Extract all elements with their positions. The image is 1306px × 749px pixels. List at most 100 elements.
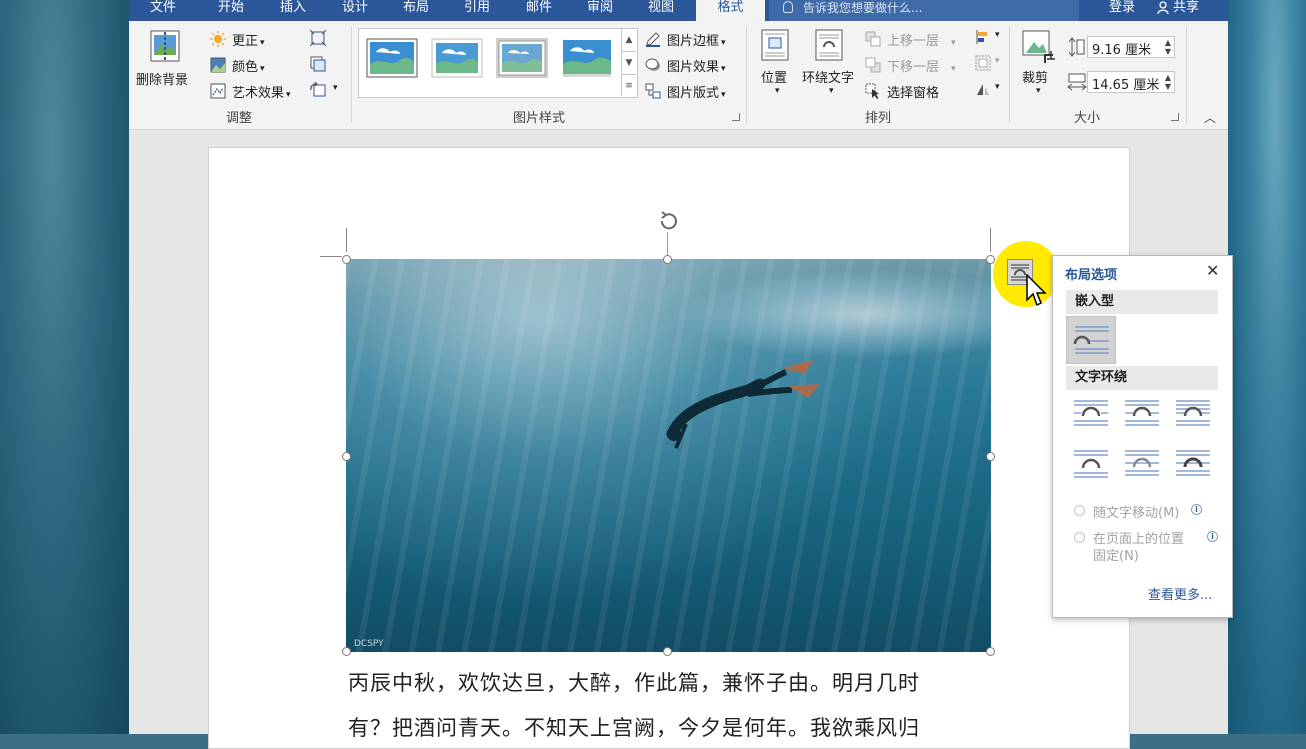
move-with-text-radio[interactable] [1074,505,1085,516]
collapse-ribbon-icon[interactable]: ︿ [1204,109,1216,126]
remove-background-label: 删除背景 [136,73,189,88]
resize-handle-bottom-right[interactable] [986,647,995,656]
resize-handle-top-left[interactable] [342,255,351,264]
remove-background-button[interactable]: 删除背景 [135,29,193,91]
chevron-down-icon: ▾ [1036,86,1041,96]
chevron-down-icon: ▾ [286,90,291,100]
group-label-picture-styles: 图片样式 [512,111,565,126]
picture-style-thumbnail[interactable] [496,38,548,78]
picture-style-thumbnail[interactable] [431,38,483,78]
group-label-arrange: 排列 [864,111,891,126]
gallery-more[interactable]: ≡ [621,74,636,96]
tell-me-placeholder: 告诉我您想要做什么... [803,1,923,15]
width-input[interactable]: 14.65 厘米 ▲ ▼ [1087,71,1175,93]
wrap-text-icon [815,29,843,61]
width-icon [1067,73,1087,91]
chevron-down-icon: ▾ [951,38,956,48]
height-value: 9.16 厘米 [1092,43,1152,58]
picture-watermark: DCSPY [354,639,384,649]
group-objects-button[interactable]: ▾ [975,55,1000,75]
chevron-down-icon: ▾ [995,56,1000,66]
tab-insert[interactable]: 插入 [263,0,323,21]
corrections-label: 更正 [232,34,259,49]
gallery-scroll-down[interactable]: ▼ [621,51,636,73]
mouse-pointer-icon [1026,274,1047,307]
color-picture-icon [210,57,226,73]
tab-home[interactable]: 开始 [201,0,261,21]
dialog-launcher-icon[interactable] [1171,113,1179,121]
wrap-behind-text-icon[interactable] [1124,449,1160,479]
width-spinner[interactable]: ▲ ▼ [1165,73,1171,91]
wrap-top-bottom-icon[interactable] [1073,449,1109,479]
tab-layout[interactable]: 布局 [386,0,446,21]
layout-options-panel: 布局选项 ✕ 嵌入型 文字环绕 随文字移动(M) i 在页面上的位置 固定(N)… [1052,255,1233,618]
chevron-down-icon: ▾ [829,86,834,96]
selection-pane-label: 选择窗格 [887,86,940,101]
see-more-link[interactable]: 查看更多... [1148,584,1212,603]
align-button[interactable]: ▾ [975,29,1000,49]
change-picture-icon[interactable] [309,55,327,73]
resize-handle-top[interactable] [663,255,672,264]
panel-title: 布局选项 [1065,268,1118,283]
chevron-down-icon: ▾ [721,38,726,48]
crop-button[interactable]: 裁剪 ▾ [1019,29,1057,101]
selected-picture[interactable]: DCSPY [346,259,991,652]
tab-format[interactable]: 格式 [696,0,765,21]
ribbon: 删除背景 更正 ▾ 颜色 ▾ 艺术效果 ▾ ▾ 调整 ▲ ▼ ≡ 图片边框 ▾ … [129,21,1228,130]
chevron-down-icon: ▾ [260,64,265,74]
wrap-through-icon[interactable] [1175,399,1211,429]
crop-mark [320,256,342,257]
desktop-background-left [0,0,129,734]
tab-file[interactable]: 文件 [131,0,195,21]
dialog-launcher-icon[interactable] [732,113,740,121]
resize-handle-left[interactable] [342,452,351,461]
wrap-option-inline[interactable] [1066,316,1116,364]
move-with-text-label: 随文字移动(M) [1093,506,1180,521]
picture-styles-gallery: ▲ ▼ ≡ [358,28,638,98]
resize-handle-top-right[interactable] [986,255,995,264]
selection-pane-icon [865,83,879,99]
reset-picture-button[interactable]: ▾ [309,81,338,103]
chevron-down-icon: ▾ [995,30,1000,40]
close-icon[interactable]: ✕ [1206,261,1219,280]
smartart-layout-icon [645,83,661,99]
tab-references[interactable]: 引用 [447,0,507,21]
resize-handle-bottom-left[interactable] [342,647,351,656]
tell-me-search[interactable]: 告诉我您想要做什么... [769,0,1079,21]
tab-design[interactable]: 设计 [325,0,385,21]
chevron-down-icon: ▾ [995,82,1000,92]
document-text-line: 有？把酒问青天。不知天上宫阙，今夕是何年。我欲乘风归 [348,716,920,740]
wrap-in-front-icon[interactable] [1175,449,1211,479]
section-text-wrapping: 文字环绕 [1066,366,1218,390]
wrap-text-button[interactable]: 环绕文字 ▾ [801,29,859,101]
artistic-effects-icon [210,83,226,99]
chevron-down-icon: ▾ [333,83,338,93]
compress-pictures-icon[interactable] [309,29,327,47]
rotate-button[interactable]: ▾ [975,81,1000,101]
group-divider [1009,27,1010,123]
inline-wrap-icon [1073,326,1109,354]
artistic-effects-label: 艺术效果 [232,86,285,101]
gallery-scroll-up[interactable]: ▲ [621,29,636,51]
group-divider [1186,27,1187,123]
tab-review[interactable]: 审阅 [570,0,630,21]
info-icon[interactable]: i [1207,531,1218,542]
share-button[interactable]: 共享 [1155,0,1199,16]
wrap-tight-icon[interactable] [1124,399,1160,429]
picture-style-thumbnail[interactable] [561,38,613,78]
fix-position-radio[interactable] [1074,532,1085,543]
height-spinner[interactable]: ▲ ▼ [1165,38,1171,56]
crop-label: 裁剪 [1022,71,1049,86]
ribbon-tab-bar: 文件 开始 插入 设计 布局 引用 邮件 审阅 视图 格式 告诉我您想要做什么.… [129,0,1228,21]
resize-handle-right[interactable] [986,452,995,461]
login-link[interactable]: 登录 [1109,0,1135,16]
resize-handle-bottom[interactable] [663,647,672,656]
height-input[interactable]: 9.16 厘米 ▲ ▼ [1087,36,1175,58]
tab-mailings[interactable]: 邮件 [509,0,569,21]
tab-view[interactable]: 视图 [631,0,691,21]
info-icon[interactable]: i [1191,504,1202,515]
picture-style-thumbnail[interactable] [366,38,418,78]
rotate-handle-icon[interactable] [656,208,682,234]
position-button[interactable]: 位置 ▾ [758,29,794,101]
wrap-square-icon[interactable] [1073,399,1109,429]
